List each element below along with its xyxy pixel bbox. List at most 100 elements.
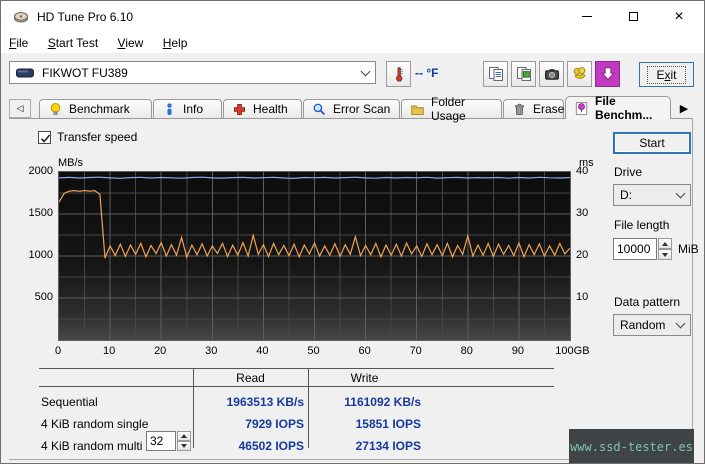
- y-axis-right-tick: 40: [576, 165, 604, 177]
- results-header-rule: [39, 386, 554, 387]
- tab-label: Erase: [533, 102, 564, 116]
- y-axis-right-tick: 20: [576, 249, 604, 261]
- tab-health[interactable]: Health: [223, 99, 302, 118]
- folder-icon: [410, 102, 425, 117]
- x-axis-tick: 80: [461, 345, 473, 357]
- watermark: www.ssd-tester.es: [569, 429, 694, 464]
- x-axis-tick: 70: [410, 345, 422, 357]
- chart-canvas: [59, 172, 570, 340]
- content-right-border: [692, 118, 693, 459]
- x-axis-tick: 0: [55, 345, 61, 357]
- results-write-value: 27134 IOPS: [311, 439, 421, 453]
- chart-plot-area: [58, 171, 571, 341]
- stepper-down-button[interactable]: [658, 249, 672, 260]
- results-col-write: Write: [309, 371, 420, 385]
- x-axis-tick: 60: [358, 345, 370, 357]
- menu-start-test[interactable]: Start Test: [40, 33, 106, 52]
- toolbar: FIKWOT FU389 -- °F: [1, 53, 704, 96]
- transfer-speed-checkbox-row: Transfer speed: [38, 130, 137, 144]
- tab-folder-usage[interactable]: Folder Usage: [401, 99, 502, 118]
- tab-scroll-left-button[interactable]: ◁: [9, 99, 31, 118]
- hand-coins-icon: [572, 66, 588, 82]
- update-button[interactable]: [595, 61, 620, 87]
- data-pattern-select[interactable]: Random: [613, 314, 691, 336]
- tab-error-scan[interactable]: Error Scan: [303, 99, 400, 118]
- tab-info[interactable]: Info: [153, 99, 222, 118]
- x-axis-tick: 100GB: [555, 345, 589, 357]
- file-length-stepper: [658, 238, 672, 260]
- exit-button-label: Exit: [647, 66, 685, 84]
- info-icon: [162, 102, 177, 117]
- x-axis-tick: 40: [256, 345, 268, 357]
- stepper-up-button[interactable]: [177, 431, 191, 441]
- title-bar: HD Tune Pro 6.10 ×: [1, 1, 704, 33]
- start-button[interactable]: Start: [613, 132, 691, 154]
- exit-button[interactable]: Exit: [639, 62, 694, 87]
- chevron-down-icon: [676, 319, 686, 329]
- tab-label: File Benchm...: [595, 94, 670, 122]
- drive-icon: [16, 68, 34, 78]
- y-axis-left-tick: 1000: [19, 249, 53, 261]
- checkmark-icon: [39, 132, 52, 145]
- menu-file[interactable]: File: [1, 33, 36, 52]
- y-axis-left-unit: MB/s: [58, 157, 83, 169]
- results-row-label: 4 KiB random multi: [41, 439, 142, 453]
- temperature-value: -- °F: [415, 66, 438, 80]
- tab-scroll-right-button[interactable]: ▶: [674, 100, 694, 117]
- tab-label: Health: [253, 102, 288, 116]
- tab-file-benchmark[interactable]: File Benchm...: [565, 96, 671, 119]
- results-write-value: 1161092 KB/s: [311, 395, 421, 409]
- y-axis-left-tick: 2000: [19, 165, 53, 177]
- triangle-left-icon: ◁: [17, 104, 24, 114]
- tab-label: Folder Usage: [431, 95, 501, 123]
- results-read-value: 1963513 KB/s: [204, 395, 304, 409]
- donate-button[interactable]: [567, 61, 592, 87]
- bulb-yellow-icon: [48, 102, 63, 117]
- results-row-label: Sequential: [41, 395, 98, 409]
- data-pattern-value: Random: [620, 318, 673, 332]
- close-button[interactable]: ×: [656, 1, 702, 32]
- camera-icon: [544, 66, 560, 82]
- device-select[interactable]: FIKWOT FU389: [9, 61, 376, 84]
- screenshot-button[interactable]: [539, 61, 564, 87]
- copy-text-button[interactable]: [483, 61, 508, 87]
- data-pattern-label: Data pattern: [614, 295, 680, 309]
- queue-depth-input[interactable]: [146, 431, 176, 451]
- bulb-purple-icon: [574, 101, 589, 116]
- drive-label: Drive: [614, 165, 642, 179]
- queue-depth-stepper: [177, 431, 191, 451]
- file-length-input[interactable]: [613, 238, 657, 260]
- triangle-down-icon: [662, 253, 668, 257]
- transfer-speed-checkbox[interactable]: [38, 131, 51, 144]
- tab-benchmark[interactable]: Benchmark: [39, 99, 152, 118]
- results-read-value: 46502 IOPS: [204, 439, 304, 453]
- transfer-speed-label: Transfer speed: [57, 130, 137, 144]
- start-button-label: Start: [639, 136, 664, 150]
- download-arrow-icon: [600, 66, 616, 82]
- maximize-button[interactable]: [610, 1, 656, 32]
- minimize-button[interactable]: [564, 1, 610, 32]
- menu-view[interactable]: View: [110, 33, 152, 52]
- drive-select[interactable]: D:: [613, 184, 691, 206]
- drive-select-value: D:: [620, 188, 673, 202]
- x-axis-tick: 90: [512, 345, 524, 357]
- chevron-down-icon: [361, 66, 371, 76]
- app-disk-icon: [13, 9, 29, 25]
- y-axis-left-tick: 500: [19, 291, 53, 303]
- trash-icon: [512, 102, 527, 117]
- copy-image-button[interactable]: [511, 61, 536, 87]
- chevron-down-icon: [676, 189, 686, 199]
- menu-help[interactable]: Help: [155, 33, 196, 52]
- temperature-button[interactable]: [386, 61, 411, 87]
- health-cross-icon: [232, 102, 247, 117]
- close-icon: ×: [674, 9, 683, 25]
- tab-label: Error Scan: [333, 102, 390, 116]
- x-axis-tick: 30: [205, 345, 217, 357]
- window-title: HD Tune Pro 6.10: [37, 10, 133, 24]
- results-write-value: 15851 IOPS: [311, 417, 421, 431]
- tab-erase[interactable]: Erase: [503, 99, 564, 118]
- stepper-down-button[interactable]: [177, 441, 191, 451]
- triangle-up-icon: [662, 242, 668, 246]
- triangle-right-icon: ▶: [680, 102, 688, 115]
- stepper-up-button[interactable]: [658, 238, 672, 249]
